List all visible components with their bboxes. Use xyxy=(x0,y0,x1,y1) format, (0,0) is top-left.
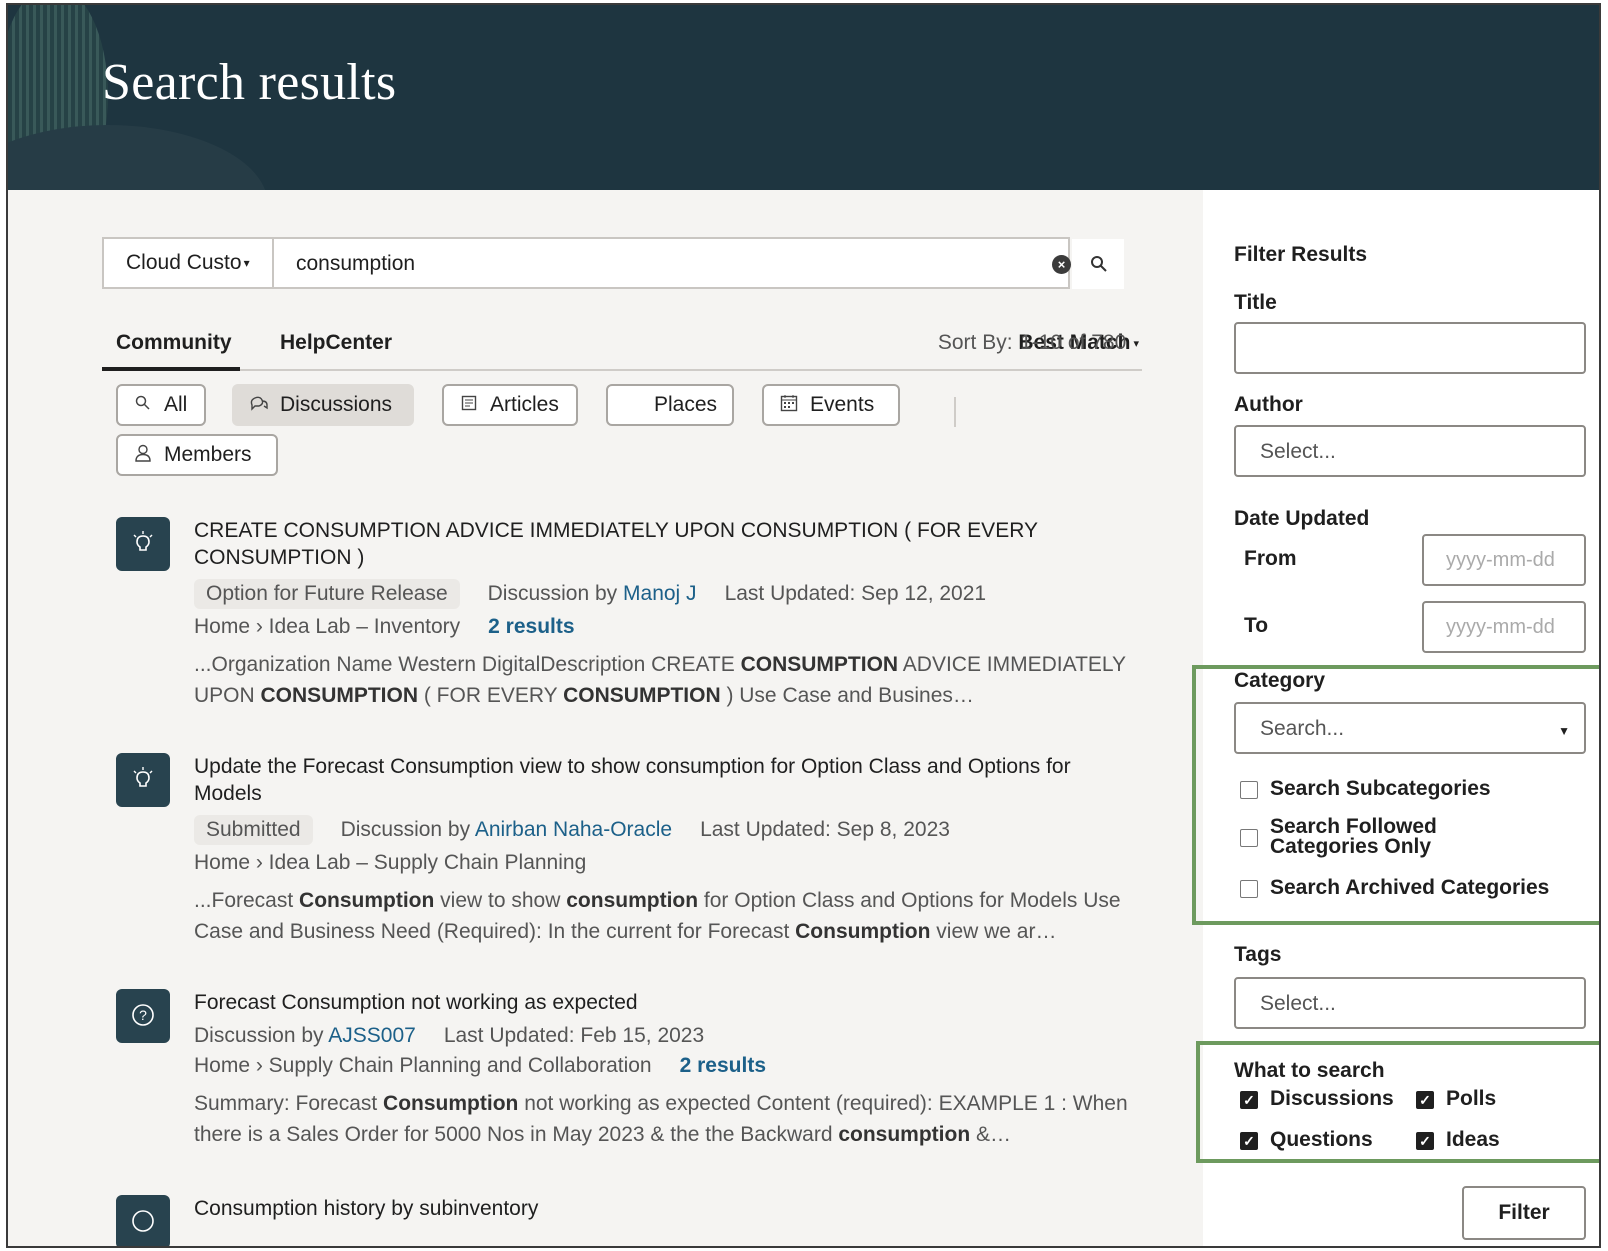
result-title[interactable]: Consumption history by subinventory xyxy=(194,1195,1134,1222)
discussion-by-label: Discussion by xyxy=(194,1024,324,1047)
chip-places[interactable]: Places xyxy=(606,384,734,426)
tab-active-indicator xyxy=(102,367,240,371)
date-updated-label: Date Updated xyxy=(1234,507,1370,530)
calendar-icon xyxy=(778,394,800,417)
question-icon xyxy=(116,1195,170,1246)
discussion-by-label: Discussion by xyxy=(340,818,471,841)
breadcrumb[interactable]: Home › Idea Lab – Inventory xyxy=(194,615,460,639)
search-icon xyxy=(1091,256,1107,272)
result-snippet: ...Organization Name Western DigitalDesc… xyxy=(194,653,1126,707)
tab-community[interactable]: Community xyxy=(116,331,232,355)
chip-label: Discussions xyxy=(280,393,393,416)
chip-label: Places xyxy=(654,393,718,416)
result-author-line: Discussion by AJSS007 xyxy=(194,1024,416,1048)
tags-field[interactable]: Select... xyxy=(1234,977,1586,1029)
chip-members[interactable]: Members xyxy=(116,434,278,476)
title-field[interactable] xyxy=(1234,322,1586,374)
result-snippet: ...Forecast Consumption view to show con… xyxy=(194,889,1121,943)
discussion-by-label: Discussion by xyxy=(487,582,618,605)
chip-all[interactable]: All xyxy=(116,384,206,426)
sort-prefix: Sort By: xyxy=(937,331,1013,354)
result-title[interactable]: CREATE CONSUMPTION ADVICE IMMEDIATELY UP… xyxy=(194,517,1134,571)
app-frame: Search results Cloud Custo ▾ consumption … xyxy=(6,3,1601,1248)
last-updated: Last Updated: Sep 12, 2021 xyxy=(724,582,987,605)
date-from-field[interactable]: yyyy-mm-dd xyxy=(1422,534,1586,586)
chip-label: All xyxy=(164,393,188,416)
result-author-line: Discussion by Manoj J xyxy=(488,582,697,606)
chip-separator xyxy=(954,397,956,427)
svg-text:?: ? xyxy=(139,1007,147,1023)
filter-button[interactable]: Filter xyxy=(1462,1186,1586,1240)
person-icon xyxy=(132,444,154,467)
tab-divider xyxy=(102,369,1142,371)
more-results-link[interactable]: 2 results xyxy=(680,1054,766,1078)
page-header: Search results xyxy=(8,5,1599,190)
clear-search-icon[interactable]: × xyxy=(1052,255,1071,274)
search-input[interactable]: consumption xyxy=(272,237,1070,289)
header-decoration xyxy=(8,125,268,190)
chip-events[interactable]: Events xyxy=(762,384,900,426)
result-title[interactable]: Update the Forecast Consumption view to … xyxy=(194,753,1134,807)
chip-label: Events xyxy=(810,393,875,416)
tab-helpcenter[interactable]: HelpCenter xyxy=(280,331,392,355)
result-snippet: Summary: Forecast Consumption not workin… xyxy=(194,1092,1128,1146)
lightbulb-icon xyxy=(116,753,170,807)
chat-icon xyxy=(248,395,270,416)
search-scope-label: Cloud Custo xyxy=(126,251,242,274)
category-highlight-box xyxy=(1192,665,1599,925)
author-link[interactable]: AJSS007 xyxy=(328,1024,416,1047)
chip-label: Members xyxy=(164,443,252,466)
chip-label: Articles xyxy=(490,393,559,416)
question-icon: ? xyxy=(116,989,170,1043)
result-count: 1-10 of 780 xyxy=(1020,331,1127,354)
tags-label: Tags xyxy=(1234,943,1282,966)
what-to-search-highlight-box xyxy=(1196,1041,1599,1163)
breadcrumb[interactable]: Home › Idea Lab – Supply Chain Planning xyxy=(194,851,586,875)
page-title: Search results xyxy=(102,54,397,111)
result-author-line: Discussion by Anirban Naha-Oracle xyxy=(341,818,673,842)
result-title[interactable]: Forecast Consumption not working as expe… xyxy=(194,989,1134,1016)
search-button[interactable] xyxy=(1072,239,1124,289)
author-label: Author xyxy=(1234,393,1303,416)
to-label: To xyxy=(1244,614,1269,637)
status-badge: Option for Future Release xyxy=(194,579,460,609)
author-link[interactable]: Anirban Naha-Oracle xyxy=(475,818,672,841)
search-scope-dropdown[interactable]: Cloud Custo ▾ xyxy=(102,237,272,289)
chevron-down-icon: ▾ xyxy=(243,256,250,271)
date-to-field[interactable]: yyyy-mm-dd xyxy=(1422,601,1586,653)
search-icon xyxy=(132,395,154,416)
chip-articles[interactable]: Articles xyxy=(442,384,578,426)
author-link[interactable]: Manoj J xyxy=(623,582,697,605)
chevron-down-icon: ▾ xyxy=(1130,337,1139,350)
article-icon xyxy=(458,395,480,416)
author-field[interactable]: Select... xyxy=(1234,425,1586,477)
last-updated: Last Updated: Sep 8, 2023 xyxy=(700,818,950,841)
last-updated: Last Updated: Feb 15, 2023 xyxy=(443,1024,705,1047)
filter-heading: Filter Results xyxy=(1234,243,1368,266)
more-results-link[interactable]: 2 results xyxy=(488,615,574,639)
chip-discussions[interactable]: Discussions xyxy=(232,384,414,426)
lightbulb-icon xyxy=(116,517,170,571)
breadcrumb[interactable]: Home › Supply Chain Planning and Collabo… xyxy=(194,1054,652,1078)
title-label: Title xyxy=(1234,291,1277,314)
from-label: From xyxy=(1244,547,1297,570)
status-badge: Submitted xyxy=(194,815,313,845)
